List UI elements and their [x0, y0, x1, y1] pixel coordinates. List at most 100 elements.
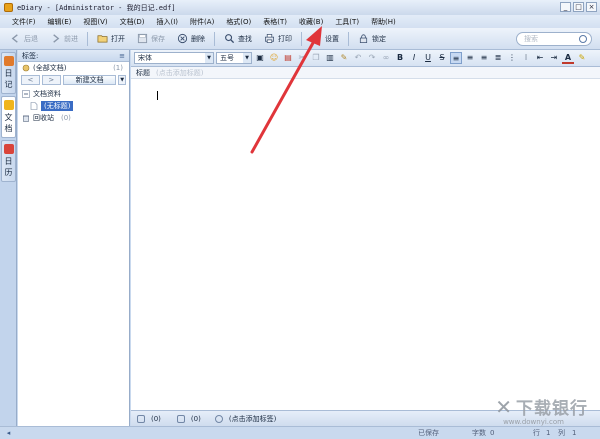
save-status: 已保存 [418, 429, 439, 437]
highlight-button[interactable]: ✎ [576, 52, 588, 64]
strikethrough-button[interactable]: S [436, 52, 448, 64]
add-tag-link[interactable]: (点击添加标签) [229, 414, 276, 424]
nav-tab-calendar[interactable]: 日 历 [1, 140, 16, 182]
justify-button[interactable]: ≣ [492, 52, 504, 64]
toolbar-divider [87, 31, 88, 46]
nav-tab-diary-char2: 记 [4, 80, 13, 89]
redo-button[interactable]: ↷ [366, 52, 378, 64]
nav-tab-diary[interactable]: 日 记 [1, 52, 16, 94]
emoticon-button[interactable]: ☺ [268, 52, 280, 64]
menu-format[interactable]: 格式(O) [220, 17, 257, 27]
menu-tools[interactable]: 工具(T) [329, 17, 365, 27]
menu-edit[interactable]: 编辑(E) [42, 17, 78, 27]
watermark-url: www.downyi.com [503, 418, 564, 426]
comment-icon[interactable] [176, 414, 185, 423]
menu-view[interactable]: 视图(V) [77, 17, 113, 27]
word-count-label: 字数 [472, 429, 486, 437]
attachment-icon[interactable] [137, 414, 145, 423]
menu-table[interactable]: 表格(T) [257, 17, 293, 27]
italic-button[interactable]: I [408, 52, 420, 64]
watermark-logo-icon: ✕ [495, 394, 512, 419]
menu-file[interactable]: 文件(F) [6, 17, 42, 27]
nav-tab-calendar-char2: 历 [4, 168, 13, 177]
align-right-button[interactable]: ≡ [478, 52, 490, 64]
tag-icon [22, 64, 30, 72]
back-button[interactable]: 后退 [4, 30, 44, 48]
align-center-button[interactable]: ≡ [464, 52, 476, 64]
size-select[interactable]: 五号 ▼ [216, 52, 252, 64]
search-icon[interactable] [579, 35, 587, 43]
delete-button[interactable]: 删除 [171, 30, 211, 48]
word-count-value: 0 [490, 429, 495, 437]
numbered-list-button[interactable]: ⋮ [506, 52, 518, 64]
find-button[interactable]: 查找 [218, 30, 258, 48]
menu-document[interactable]: 文档(D) [114, 17, 151, 27]
row-value: 1 [546, 429, 551, 437]
underline-button[interactable]: U [422, 52, 434, 64]
print-button[interactable]: 打印 [258, 30, 298, 48]
window-controls: _ □ × [560, 2, 597, 12]
indent-button[interactable]: ⇥ [548, 52, 560, 64]
search-input[interactable]: 搜索 [516, 32, 592, 46]
maximize-button[interactable]: □ [573, 2, 584, 12]
undo-button[interactable]: ↶ [352, 52, 364, 64]
font-color-button[interactable]: A [562, 52, 574, 64]
lock-button[interactable]: 锁定 [352, 30, 392, 48]
tree-child-label: (无标题) [41, 101, 74, 111]
outdent-button[interactable]: ⇤ [534, 52, 546, 64]
search-placeholder: 搜索 [524, 35, 538, 43]
chevron-down-icon: ▼ [243, 53, 251, 63]
settings-button[interactable]: 设置 [305, 30, 345, 48]
forward-button[interactable]: 前进 [44, 30, 84, 48]
save-button[interactable]: 保存 [131, 30, 171, 48]
tag-menu-icon[interactable]: ≡ [119, 52, 125, 60]
watermark: ✕ 下载银行 [495, 394, 588, 420]
prev-doc-button[interactable]: < [21, 75, 40, 85]
menu-attachment[interactable]: 附件(A) [184, 17, 220, 27]
title-row: 标题 (点击添加标题) [131, 67, 600, 79]
col-label: 列 [558, 429, 565, 437]
nav-tab-calendar-char1: 日 [4, 157, 13, 166]
printer-icon [265, 34, 274, 43]
all-docs-count: (1) [113, 64, 123, 72]
new-doc-button[interactable]: 新建文档 [62, 75, 117, 85]
format-toolbar: 宋体 ▼ 五号 ▼ ▣ ☺ ▤ ✂ ❐ ▥ ✎ ↶ ↷ ∞ B I U S ≡ … [131, 50, 600, 67]
recycle-bin-icon [23, 115, 29, 122]
arrow-left-icon [11, 34, 18, 43]
diary-icon [3, 56, 14, 66]
insert-image-button[interactable]: ▣ [254, 52, 266, 64]
copy-button[interactable]: ❐ [310, 52, 322, 64]
link-button[interactable]: ∞ [380, 52, 392, 64]
new-doc-dropdown[interactable]: ▼ [118, 75, 126, 85]
nav-tab-document[interactable]: 文 档 [1, 96, 16, 138]
tree-child[interactable]: (无标题) [18, 100, 129, 112]
recycle-bin-row[interactable]: 回收站 (0) [18, 112, 129, 124]
main-toolbar: 后退 前进 打开 保存 删除 查找 打印 设置 锁定 搜索 [0, 28, 600, 50]
format-brush-button[interactable]: ✎ [338, 52, 350, 64]
align-left-button[interactable]: ≡ [450, 52, 462, 64]
menu-help[interactable]: 帮助(H) [365, 17, 402, 27]
editor-body[interactable] [131, 80, 600, 410]
bullet-list-button[interactable]: ⁝ [520, 52, 532, 64]
forward-label: 前进 [64, 34, 78, 43]
font-select[interactable]: 宋体 ▼ [134, 52, 214, 64]
menu-insert[interactable]: 插入(I) [151, 17, 185, 27]
all-docs-row[interactable]: (全部文档) (1) [18, 62, 129, 74]
minimize-button[interactable]: _ [560, 2, 571, 12]
open-button[interactable]: 打开 [91, 30, 131, 48]
collapse-panel-icon[interactable]: ◂ [0, 429, 17, 437]
paste-button[interactable]: ▥ [324, 52, 336, 64]
open-label: 打开 [111, 34, 125, 43]
title-input[interactable]: (点击添加标题) [156, 68, 203, 78]
tree-root[interactable]: 文档资料 [18, 88, 129, 100]
menu-favorites[interactable]: 收藏(B) [293, 17, 329, 27]
recycle-bin-label: 回收站 [33, 114, 54, 122]
comment-count: (0) [190, 414, 201, 423]
close-button[interactable]: × [586, 2, 597, 12]
recycle-bin-count: (0) [61, 114, 71, 122]
insert-table-button[interactable]: ▤ [282, 52, 294, 64]
document-file-icon [30, 102, 38, 110]
next-doc-button[interactable]: > [41, 75, 61, 85]
bold-button[interactable]: B [394, 52, 406, 64]
cut-button[interactable]: ✂ [296, 52, 308, 64]
